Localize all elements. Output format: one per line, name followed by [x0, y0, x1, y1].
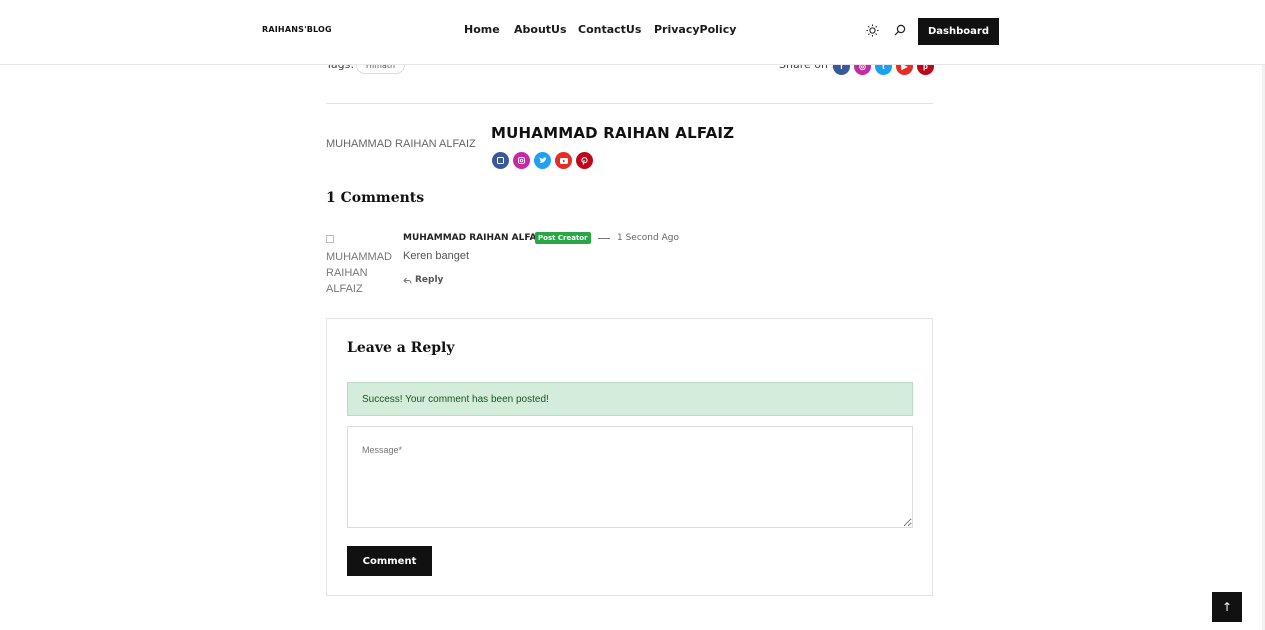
comment-timestamp: 1 Second Ago: [617, 233, 679, 243]
site-logo[interactable]: RAIHANS'BLOG: [262, 25, 332, 34]
author-name: MUHAMMAD RAIHAN ALFAIZ: [491, 124, 735, 142]
search-icon[interactable]: [892, 22, 908, 38]
message-textarea[interactable]: [347, 426, 913, 528]
success-alert: Success! Your comment has been posted!: [347, 382, 913, 416]
facebook-icon[interactable]: [492, 152, 509, 169]
reply-icon: [403, 270, 412, 289]
nav-privacy-policy[interactable]: PrivacyPolicy: [654, 23, 736, 36]
reply-form-box: Leave a Reply Success! Your comment has …: [326, 318, 933, 596]
back-to-top-button[interactable]: ↑: [1212, 592, 1242, 622]
youtube-icon[interactable]: [555, 152, 572, 169]
site-header: RAIHANS'BLOG Home AboutUs ContactUs Priv…: [0, 0, 1265, 65]
sun-icon[interactable]: [864, 22, 880, 38]
comment-text: Keren banget: [403, 250, 470, 262]
reply-label[interactable]: Reply: [415, 275, 443, 285]
arrow-up-icon: ↑: [1221, 600, 1233, 614]
comment-meta-dash: [598, 238, 610, 239]
twitter-icon[interactable]: [534, 152, 551, 169]
section-divider: [326, 103, 933, 104]
broken-image-icon: [326, 235, 334, 243]
comment-reply-link[interactable]: Reply: [403, 270, 443, 289]
post-creator-badge: Post Creator: [535, 232, 591, 244]
instagram-icon[interactable]: [513, 152, 530, 169]
reply-form-title: Leave a Reply: [347, 340, 455, 356]
comment-avatar: MUHAMMAD RAIHAN ALFAIZ: [326, 233, 396, 297]
author-social-icons: [492, 152, 593, 169]
comments-title: 1 Comments: [326, 190, 425, 206]
comment-submit-button[interactable]: Comment: [347, 546, 432, 576]
nav-about-us[interactable]: AboutUs: [514, 23, 567, 36]
nav-contact-us[interactable]: ContactUs: [578, 23, 641, 36]
author-avatar: MUHAMMAD RAIHAN ALFAIZ: [326, 138, 476, 150]
comment-author: MUHAMMAD RAIHAN ALFAIZ: [403, 233, 547, 243]
comment-avatar-alt-text: MUHAMMAD RAIHAN ALFAIZ: [326, 251, 392, 295]
nav-home[interactable]: Home: [464, 23, 500, 36]
pinterest-icon[interactable]: [576, 152, 593, 169]
dashboard-button[interactable]: Dashboard: [918, 18, 999, 45]
